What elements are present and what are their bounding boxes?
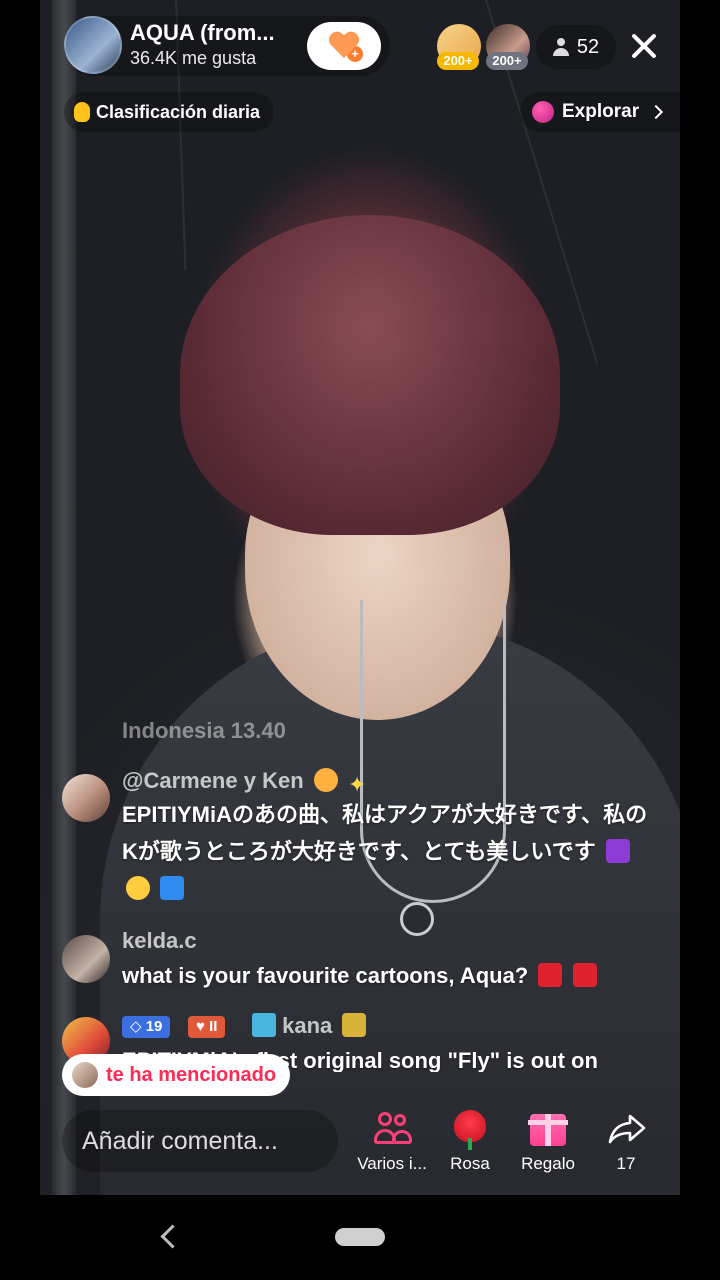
- gift-icon: [528, 1114, 568, 1146]
- purple-heart-icon: [605, 839, 630, 863]
- blue-heart-icon: [160, 876, 185, 900]
- fan-club-badge: ♥ II: [188, 1016, 226, 1038]
- viewer-count: 52: [576, 35, 600, 58]
- explore-pill[interactable]: Explorar: [520, 92, 680, 132]
- chat-username[interactable]: kelda.c: [122, 928, 197, 954]
- level-badge: ◇ 19: [122, 1016, 171, 1038]
- chat-username[interactable]: @Carmene y Ken ✦: [122, 768, 367, 797]
- yellow-heart-icon: [342, 1013, 367, 1037]
- back-icon[interactable]: [160, 1224, 185, 1249]
- multi-guest-label: Varios i...: [357, 1154, 427, 1173]
- explore-label: Explorar: [562, 101, 640, 122]
- chat-avatar[interactable]: [62, 935, 110, 983]
- chat-message: what is your favourite cartoons, Aqua?: [122, 957, 662, 994]
- grinning-face-icon: [126, 876, 150, 900]
- sparkles-icon: ✦: [347, 772, 367, 797]
- home-pill[interactable]: [335, 1228, 385, 1246]
- comment-input[interactable]: [62, 1110, 338, 1172]
- people-icon: [374, 1112, 414, 1146]
- hand-icon: [74, 102, 90, 122]
- share-count: 17: [616, 1154, 636, 1173]
- chevron-right-icon: [649, 104, 664, 120]
- streamer-hair: [180, 215, 560, 535]
- mention-avatar: [72, 1062, 98, 1088]
- red-heart-icon: [538, 963, 563, 987]
- heart-icon: +: [329, 32, 365, 64]
- follow-button[interactable]: +: [307, 22, 381, 70]
- viewer-count-pill[interactable]: 52: [536, 25, 616, 69]
- host-likes: 36.4K me gusta: [130, 48, 257, 68]
- chat-username[interactable]: kana: [252, 1013, 367, 1039]
- top-viewer-badge: 200+: [486, 52, 528, 70]
- background-pole: [52, 0, 76, 1195]
- daily-ranking-pill[interactable]: Clasificación diaria: [64, 92, 275, 132]
- chat-message: EPITIYMiAのあの曲、私はアクアが大好きです、私のKが歌うところが大好きで…: [122, 796, 662, 907]
- daily-ranking-label: Clasificación diaria: [96, 101, 261, 122]
- host-name[interactable]: AQUA (from...: [130, 20, 275, 46]
- gift-label: Regalo: [521, 1154, 575, 1173]
- rose-label: Rosa: [450, 1154, 490, 1173]
- explore-icon: [532, 101, 554, 123]
- rose-stem: [468, 1138, 472, 1150]
- plus-icon: +: [345, 44, 365, 64]
- mention-notification[interactable]: te ha mencionado: [62, 1054, 291, 1096]
- host-avatar[interactable]: [64, 16, 122, 74]
- mention-text: te ha mencionado: [106, 1063, 277, 1086]
- share-icon: [608, 1114, 646, 1144]
- necklace-pendant: [400, 902, 434, 936]
- top-viewer-badge: 200+: [437, 52, 479, 70]
- chat-faded-message: Indonesia 13.40: [122, 718, 286, 743]
- gem-icon: [252, 1013, 276, 1037]
- chat-avatar[interactable]: [62, 774, 110, 822]
- red-heart-icon: [572, 963, 597, 987]
- close-icon[interactable]: [628, 30, 660, 62]
- smiling-face-hearts-icon: [313, 768, 338, 792]
- person-icon: [552, 38, 569, 56]
